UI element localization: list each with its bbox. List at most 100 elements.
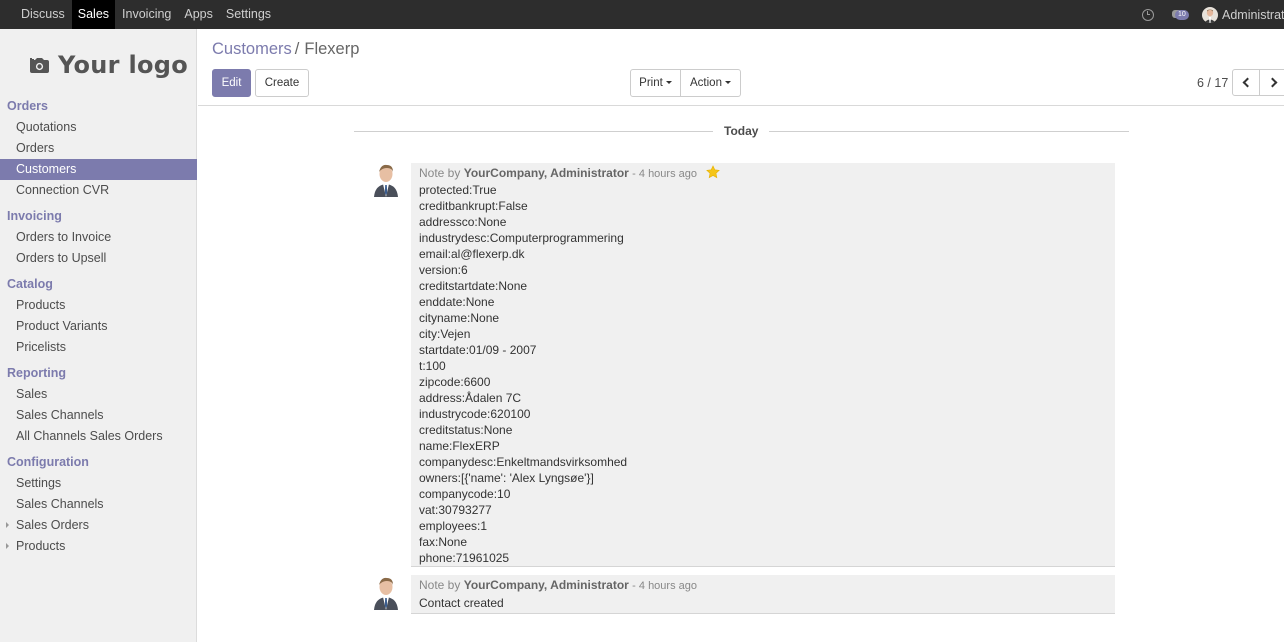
message-count-badge: 10 — [1175, 9, 1189, 20]
message-body: protected:True creditbankrupt:False addr… — [419, 182, 1107, 566]
message-line: companydesc:Enkeltmandsvirksomhed — [419, 455, 628, 469]
chatter-message: Note by YourCompany, Administrator - 4 h… — [411, 575, 1115, 614]
breadcrumb: Customers / Flexerp — [212, 40, 359, 59]
action-dropdown[interactable]: Action — [680, 69, 741, 97]
dropdown-caret-icon — [724, 81, 731, 84]
edit-button[interactable]: Edit — [212, 69, 251, 97]
sidebar-item-config-products[interactable]: Products — [0, 536, 197, 557]
message-line: companycode:10 — [419, 487, 511, 501]
message-line: phone:71961025 — [419, 551, 510, 565]
top-navbar: Discuss Sales Invoicing Apps Settings 10… — [0, 0, 1284, 29]
menu-settings[interactable]: Settings — [220, 0, 277, 29]
message-line: startdate:01/09 - 2007 — [419, 343, 537, 357]
date-divider-label: Today — [713, 124, 770, 138]
message-line: Contact created — [419, 596, 504, 610]
chevron-right-icon — [1267, 77, 1277, 88]
message-type: Note by — [419, 578, 461, 592]
message-date: - 4 hours ago — [632, 580, 697, 592]
author-avatar[interactable] — [372, 576, 400, 610]
message-line: employees:1 — [419, 519, 488, 533]
message-line: vat:30793277 — [419, 503, 492, 517]
sidebar-item-orders[interactable]: Orders — [0, 138, 197, 159]
message-line: enddate:None — [419, 295, 495, 309]
message-line: t:100 — [419, 359, 446, 373]
sidebar-item-all-channels-sales-orders[interactable]: All Channels Sales Orders — [0, 426, 197, 447]
message-line: city:Vejen — [419, 327, 471, 341]
message-date: - 4 hours ago — [632, 168, 697, 180]
print-dropdown[interactable]: Print — [630, 69, 681, 97]
breadcrumb-separator: / — [294, 40, 300, 58]
sidebar: Your logo Orders Quotations Orders Custo… — [0, 29, 197, 642]
pager-previous-button[interactable] — [1232, 69, 1260, 96]
sidebar-item-customers[interactable]: Customers — [0, 159, 197, 180]
message-line: fax:None — [419, 535, 468, 549]
sidebar-item-sales[interactable]: Sales — [0, 384, 197, 405]
sidebar-item-label: Sales Orders — [16, 518, 89, 532]
sidebar-item-quotations[interactable]: Quotations — [0, 117, 197, 138]
activity-clock-icon[interactable] — [1142, 8, 1154, 21]
breadcrumb-customers[interactable]: Customers — [212, 40, 292, 58]
message-line: owners:[{'name': 'Alex Lyngsøe'}] — [419, 471, 594, 485]
message-line: zipcode:6600 — [419, 375, 491, 389]
message-line: name:FlexERP — [419, 439, 500, 453]
sidebar-item-connection-cvr[interactable]: Connection CVR — [0, 180, 197, 201]
menu-sales[interactable]: Sales — [71, 0, 116, 29]
expand-caret-icon[interactable] — [6, 543, 9, 549]
menu-invoicing[interactable]: Invoicing — [116, 0, 177, 29]
company-logo[interactable]: Your logo — [28, 51, 189, 79]
systray: 10 Administrator — [1142, 0, 1284, 29]
message-type: Note by — [419, 166, 461, 180]
menu-discuss[interactable]: Discuss — [15, 0, 71, 29]
message-line: protected:True — [419, 183, 497, 197]
message-line: version:6 — [419, 263, 468, 277]
sidebar-item-config-sales-channels[interactable]: Sales Channels — [0, 494, 197, 515]
chevron-left-icon — [1242, 77, 1253, 88]
message-line: creditstatus:None — [419, 423, 513, 437]
message-body: Contact created — [419, 594, 1107, 612]
sidebar-section-configuration: Configuration — [7, 455, 89, 469]
message-line: industrydesc:Computerprogrammering — [419, 231, 624, 245]
message-line: industrycode:620100 — [419, 407, 531, 421]
create-button[interactable]: Create — [255, 69, 309, 97]
star-icon[interactable] — [706, 165, 721, 179]
message-author[interactable]: YourCompany, Administrator — [464, 166, 629, 180]
control-panel: Customers / Flexerp Edit Create Print Acti… — [198, 29, 1284, 106]
expand-caret-icon[interactable] — [6, 522, 9, 528]
pager-next-button[interactable] — [1259, 69, 1284, 96]
pager-value[interactable]: 6 / 17 — [1197, 76, 1228, 90]
sidebar-section-catalog: Catalog — [7, 277, 53, 291]
sidebar-item-label: Products — [16, 539, 66, 553]
menu-apps[interactable]: Apps — [178, 0, 219, 29]
sidebar-item-products[interactable]: Products — [0, 295, 197, 316]
message-line: addressco:None — [419, 215, 507, 229]
sidebar-item-orders-to-upsell[interactable]: Orders to Upsell — [0, 248, 197, 269]
message-line: email:al@flexerp.dk — [419, 247, 525, 261]
user-menu-name[interactable]: Administrator — [1222, 8, 1284, 22]
user-avatar[interactable] — [1202, 6, 1218, 23]
author-avatar[interactable] — [372, 163, 400, 197]
message-line: creditbankrupt:False — [419, 199, 528, 213]
dropdown-caret-icon — [665, 81, 672, 84]
sidebar-section-reporting: Reporting — [7, 366, 67, 380]
sidebar-item-sales-channels[interactable]: Sales Channels — [0, 405, 197, 426]
sidebar-section-invoicing: Invoicing — [7, 209, 62, 223]
action-label: Action — [690, 77, 722, 89]
message-header: Note by YourCompany, Administrator - 4 h… — [419, 576, 1107, 594]
app-menu: Discuss Sales Invoicing Apps Settings — [15, 0, 278, 29]
message-line: creditstartdate:None — [419, 279, 528, 293]
sidebar-item-product-variants[interactable]: Product Variants — [0, 316, 197, 337]
sidebar-item-sales-orders[interactable]: Sales Orders — [0, 515, 197, 536]
sidebar-item-settings[interactable]: Settings — [0, 473, 197, 494]
message-author[interactable]: YourCompany, Administrator — [464, 578, 629, 592]
print-label: Print — [639, 77, 663, 89]
messaging-icon[interactable]: 10 — [1172, 9, 1190, 21]
camera-icon — [28, 56, 49, 73]
message-line: cityname:None — [419, 311, 500, 325]
message-header: Note by YourCompany, Administrator - 4 h… — [419, 164, 1107, 182]
logo-text: Your logo — [58, 51, 189, 79]
sidebar-item-orders-to-invoice[interactable]: Orders to Invoice — [0, 227, 197, 248]
sidebar-item-pricelists[interactable]: Pricelists — [0, 337, 197, 358]
breadcrumb-current: Flexerp — [304, 40, 360, 58]
chatter-message: Note by YourCompany, Administrator - 4 h… — [411, 163, 1115, 567]
sidebar-menu: Orders Quotations Orders Customers Conne… — [0, 96, 197, 557]
